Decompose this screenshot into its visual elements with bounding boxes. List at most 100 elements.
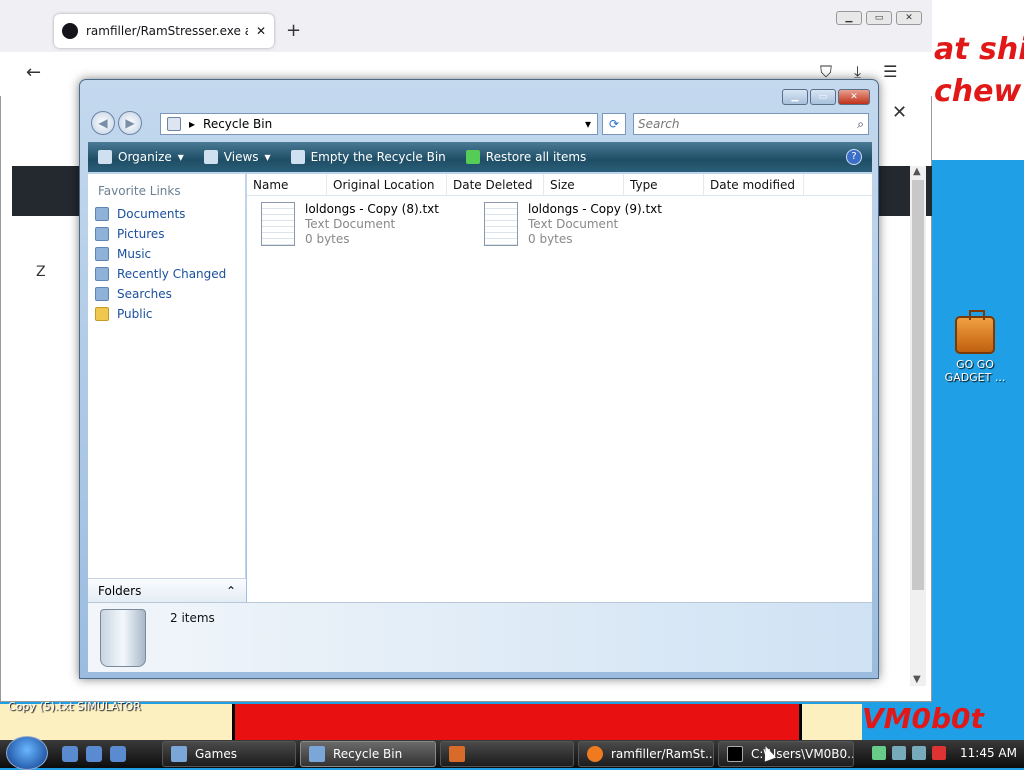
file-item[interactable]: loldongs - Copy (8).txt Text Document 0 … [261,202,439,247]
address-bar[interactable]: ▸ Recycle Bin ▾ [160,113,598,135]
music-icon [95,247,109,261]
refresh-button[interactable]: ⟳ [602,113,626,135]
start-button[interactable] [6,736,48,770]
network-icon[interactable] [912,746,926,760]
volume-muted-icon[interactable] [932,746,946,760]
file-name: loldongs - Copy (9).txt [528,202,662,216]
clock[interactable]: 11:45 AM [960,746,1017,760]
file-size: 0 bytes [528,232,573,246]
back-button[interactable]: ← [26,62,41,83]
recycle-bin-window: ▁ ▭ ✕ ◀ ▶ ▸ Recycle Bin ▾ ⟳ Search ⌕ Org… [79,79,879,679]
column-type[interactable]: Type [624,174,704,195]
new-tab-button[interactable]: + [286,20,301,41]
text-document-icon [484,202,518,246]
column-date-deleted[interactable]: Date Deleted [447,174,544,195]
maximize-button[interactable]: ▭ [866,11,892,25]
folders-toggle[interactable]: Folders ⌃ [88,578,246,602]
taskbar-item-games[interactable]: Games [162,741,296,767]
column-name[interactable]: Name [247,174,327,195]
wallpaper-shape [232,704,802,740]
taskbar: Games Recycle Bin ramfiller/RamSt... C:\… [0,736,1024,770]
organize-icon [98,150,112,164]
cmd-icon [727,746,743,762]
wallpaper-shape [802,704,862,740]
column-size[interactable]: Size [544,174,624,195]
close-button[interactable]: ✕ [838,89,870,105]
nav-link-searches[interactable]: Searches [88,284,245,304]
minimize-button[interactable]: ▁ [782,89,808,105]
desktop-icon-label: GO GO GADGET ... [944,358,1006,384]
back-button[interactable]: ◀ [91,111,115,135]
close-button[interactable]: ✕ [896,11,922,25]
page-scrollbar[interactable]: ▲ ▼ [910,166,926,686]
favorite-links-header: Favorite Links [98,184,181,198]
recycle-bin-icon [290,150,305,164]
system-tray [872,746,946,760]
show-desktop-icon[interactable] [62,746,78,762]
organize-button[interactable]: Organize ▾ [98,150,184,164]
tray-icon[interactable] [872,746,886,760]
forward-button[interactable]: ▶ [118,111,142,135]
github-icon [62,23,78,39]
address-text: Recycle Bin [203,117,273,131]
switch-windows-icon[interactable] [86,746,102,762]
search-input[interactable]: Search ⌕ [633,113,869,135]
details-pane: 2 items [88,602,872,672]
documents-icon [95,207,109,221]
wallpaper-text: chew [934,74,1022,109]
file-list: Name Original Location Date Deleted Size… [247,174,872,602]
briefcase-icon [955,310,995,354]
minimize-button[interactable]: ▁ [836,11,862,25]
searches-icon [95,287,109,301]
internet-explorer-icon[interactable] [110,746,126,762]
file-type: Text Document [305,217,396,231]
network-icon[interactable] [892,746,906,760]
views-button[interactable]: Views ▾ [203,150,271,164]
nav-link-recently-changed[interactable]: Recently Changed [88,264,245,284]
pictures-icon [95,227,109,241]
item-count: 2 items [170,611,215,625]
browser-tab[interactable]: ramfiller/RamStresser.exe at ma ✕ [54,14,274,48]
empty-recycle-bin-button[interactable]: Empty the Recycle Bin [290,150,446,164]
restore-arrow-icon [465,150,480,164]
tab-close-icon[interactable]: ✕ [256,24,266,38]
nav-link-music[interactable]: Music [88,244,245,264]
file-item[interactable]: loldongs - Copy (9).txt Text Document 0 … [484,202,662,247]
nav-link-public[interactable]: Public [88,304,245,324]
search-placeholder: Search [638,117,680,131]
command-bar: Organize ▾ Views ▾ Empty the Recycle Bin R… [88,142,872,172]
maximize-button[interactable]: ▭ [810,89,836,105]
file-size: 0 bytes [305,232,350,246]
nav-link-documents[interactable]: Documents [88,204,245,224]
text-document-icon [261,202,295,246]
taskbar-item-firefox[interactable]: ramfiller/RamSt... [578,741,714,767]
scrollbar-thumb[interactable] [912,180,924,590]
search-icon[interactable]: ⌕ [857,117,864,132]
scroll-up-icon[interactable]: ▲ [913,166,921,177]
help-icon[interactable]: ? [846,149,862,165]
column-headers: Name Original Location Date Deleted Size… [247,174,872,196]
games-icon [171,746,187,762]
restore-all-button[interactable]: Restore all items [465,150,586,164]
file-name: loldongs - Copy (8).txt [305,202,439,216]
scroll-down-icon[interactable]: ▼ [913,674,921,685]
taskbar-item-recycle-bin[interactable]: Recycle Bin [300,741,436,767]
menu-icon[interactable]: ☰ [883,62,897,82]
tab-title: ramfiller/RamStresser.exe at ma [86,24,248,38]
nav-link-pictures[interactable]: Pictures [88,224,245,244]
wallpaper-signature: VM0b0t [862,702,984,735]
wallpaper-text: at shi [934,32,1024,67]
chevron-right-icon[interactable]: ▸ [189,117,195,131]
taskbar-item-cmd[interactable]: C:\Users\VM0B0... [718,741,854,767]
navigation-pane: Favorite Links Documents Pictures Music … [88,174,246,602]
desktop-icon-gadget[interactable]: GO GO GADGET ... [940,310,1010,384]
column-date-modified[interactable]: Date modified [704,174,804,195]
recycle-bin-icon [309,746,325,762]
column-original-location[interactable]: Original Location [327,174,447,195]
chevron-down-icon[interactable]: ▾ [585,117,591,131]
taskbar-item-app[interactable] [440,741,574,767]
file-type: Text Document [528,217,619,231]
views-icon [203,150,218,164]
github-repo-fragment: Z [36,264,46,280]
notification-close-button[interactable]: ✕ [892,102,907,123]
